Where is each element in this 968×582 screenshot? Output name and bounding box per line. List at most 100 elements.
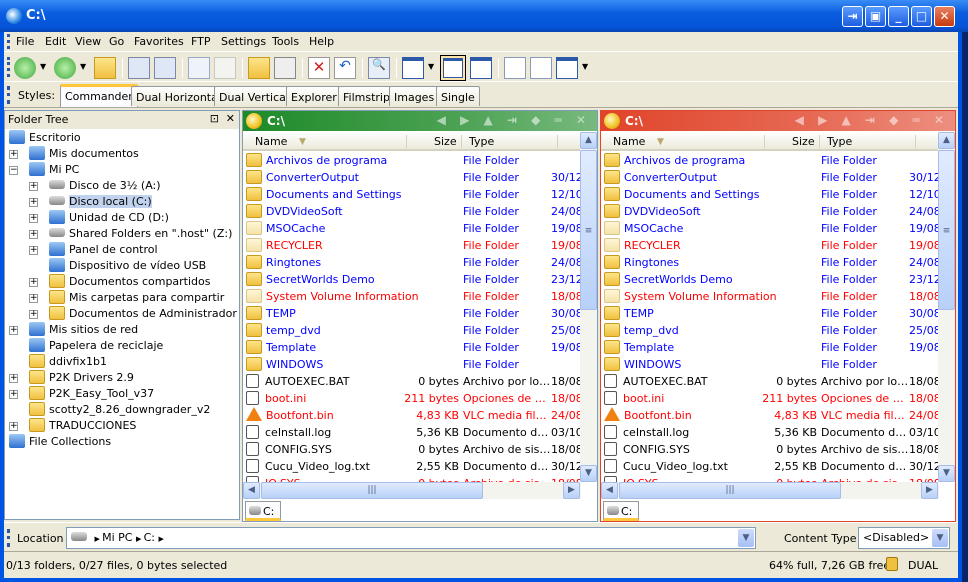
tree-item[interactable]: + Mis documentos [9,146,139,162]
scroll-up-icon[interactable]: ▲ [938,132,955,149]
drive-tab[interactable]: C: [603,501,639,521]
style-tab-explorer[interactable]: Explorer [286,86,342,106]
expand-icon[interactable]: + [29,198,38,207]
file-row[interactable]: ConverterOutput File Folder 30/12 [601,169,939,186]
file-row[interactable]: Template File Folder 19/08 [601,339,939,356]
help-pointer-icon[interactable] [154,57,176,79]
close-button[interactable]: ✕ [934,6,955,27]
scroll-left-icon[interactable]: ◀ [601,482,618,499]
expand-icon[interactable]: + [29,294,38,303]
delete-icon[interactable]: ✕ [308,57,330,79]
scroll-down-icon[interactable]: ▼ [580,465,597,482]
expand-icon[interactable]: + [9,422,18,431]
tree-item[interactable]: + Documentos de Administrador [29,306,237,322]
file-row[interactable]: RECYCLER File Folder 19/08 [601,237,939,254]
file-row[interactable]: WINDOWS File Folder [601,356,939,373]
file-row[interactable]: Documents and Settings File Folder 12/10 [601,186,939,203]
file-row[interactable]: temp_dvd File Folder 25/08 [601,322,939,339]
vertical-scrollbar[interactable]: ▲ ≡ ▼ [580,132,597,482]
forward-dropdown-icon[interactable]: ▼ [80,62,86,71]
file-row[interactable]: RECYCLER File Folder 19/08 [243,237,581,254]
copy-to-icon[interactable] [128,57,150,79]
expand-icon[interactable]: + [9,150,18,159]
scroll-thumb[interactable]: ||| [261,482,483,499]
tree-item[interactable]: − Mi PC [9,162,79,178]
tree-item[interactable]: + P2K Drivers 2.9 [9,370,134,386]
forward-icon[interactable] [54,57,76,79]
menu-settings[interactable]: Settings [221,35,266,48]
tree-item[interactable]: + Panel de control [29,242,158,258]
path-segment[interactable]: Mi PC [102,531,132,544]
sync-icon[interactable] [402,57,424,79]
copy-icon[interactable] [188,57,210,79]
location-dropdown-icon[interactable]: ▼ [738,529,754,547]
preview-pane-icon[interactable] [470,57,492,79]
tree-item[interactable]: File Collections [9,434,111,450]
tree-item[interactable]: + Disco de 3½ (A:) [29,178,161,194]
edit-dropdown-icon[interactable]: ▼ [582,62,588,71]
file-row[interactable]: System Volume Information File Folder 18… [601,288,939,305]
file-row[interactable]: DVDVideoSoft File Folder 24/08 [601,203,939,220]
file-row[interactable]: AUTOEXEC.BAT 0 bytes Archivo por lotes M… [243,373,581,390]
pane-nav-buttons[interactable]: ◀ ▶ ▲ ⇥ ◆ ═ ✕ [437,113,591,127]
drive-tab[interactable]: C: [245,501,281,521]
expand-icon[interactable]: + [29,246,38,255]
menu-view[interactable]: View [75,35,101,48]
menu-edit[interactable]: Edit [45,35,66,48]
menu-file[interactable]: File [16,35,34,48]
file-row[interactable]: SecretWorlds Demo File Folder 23/12 [601,271,939,288]
file-row[interactable]: MSOCache File Folder 19/08 [243,220,581,237]
expand-icon[interactable]: + [29,230,38,239]
style-tab-single[interactable]: Single [436,86,480,106]
pin-button[interactable]: ⇥ [842,6,863,27]
column-type[interactable]: Type [827,135,852,148]
file-row[interactable]: Template File Folder 19/08 [243,339,581,356]
expand-icon[interactable]: + [9,374,18,383]
tree-item[interactable]: + P2K_Easy_Tool_v37 [9,386,154,402]
tree-item[interactable]: + Unidad de CD (D:) [29,210,169,226]
file-row[interactable]: temp_dvd File Folder 25/08 [243,322,581,339]
file-row[interactable]: CONFIG.SYS 0 bytes Archivo de sistema 18… [601,441,939,458]
paste-icon[interactable] [214,57,236,79]
new-folder-icon[interactable] [248,57,270,79]
rename-icon[interactable] [274,57,296,79]
maximize-button[interactable]: □ [911,6,932,27]
file-row[interactable]: AUTOEXEC.BAT 0 bytes Archivo por lotes M… [601,373,939,390]
file-row[interactable]: TEMP File Folder 30/08 [601,305,939,322]
tree-item[interactable]: ddivfix1b1 [29,354,107,370]
undo-icon[interactable]: ↶ [334,57,356,79]
tree-item[interactable]: + Mis carpetas para compartir [29,290,224,306]
file-row[interactable]: ceInstall.log 5,36 KB Documento de texto… [601,424,939,441]
scroll-thumb[interactable]: ≡ [938,150,955,310]
scroll-down-icon[interactable]: ▼ [938,465,955,482]
file-row[interactable]: Archivos de programa File Folder [243,152,581,169]
sync-dropdown-icon[interactable]: ▼ [428,62,434,71]
column-name[interactable]: Name [613,135,645,148]
content-type-select[interactable]: <Disabled> ▼ [858,527,950,549]
horizontal-scrollbar[interactable]: ◀ ||| ▶ [601,482,939,499]
scroll-up-icon[interactable]: ▲ [580,132,597,149]
style-tab-images[interactable]: Images [389,86,440,106]
checklist-icon[interactable] [504,57,526,79]
tree-item[interactable]: Papelera de reciclaje [29,338,163,354]
file-row[interactable]: IO.SYS 0 bytes Archivo de sistema 18/08 [243,475,581,482]
file-row[interactable]: DVDVideoSoft File Folder 24/08 [243,203,581,220]
column-size[interactable]: Size [792,135,815,148]
lock-icon[interactable] [886,557,898,571]
tree-item[interactable]: + Disco local (C:) [29,194,152,210]
tree-item[interactable]: Dispositivo de vídeo USB [49,258,206,274]
file-row[interactable]: WINDOWS File Folder [243,356,581,373]
collapse-icon[interactable]: − [9,166,18,175]
file-row[interactable]: Bootfont.bin 4,83 KB VLC media file (.bi… [243,407,581,424]
thumbnails-icon[interactable] [530,57,552,79]
back-dropdown-icon[interactable]: ▼ [40,62,46,71]
location-input[interactable]: ▶ Mi PC ▶ C: ▶ ▼ [66,527,756,549]
file-row[interactable]: Cucu_Video_log.txt 2,55 KB Documento de … [243,458,581,475]
tree-item[interactable]: + Mis sitios de red [9,322,138,338]
scroll-right-icon[interactable]: ▶ [563,482,580,499]
column-name[interactable]: Name [255,135,287,148]
style-tab-filmstrip[interactable]: Filmstrip [338,86,395,106]
file-row[interactable]: ceInstall.log 5,36 KB Documento de texto… [243,424,581,441]
back-icon[interactable] [14,57,36,79]
file-row[interactable]: CONFIG.SYS 0 bytes Archivo de sistema 18… [243,441,581,458]
